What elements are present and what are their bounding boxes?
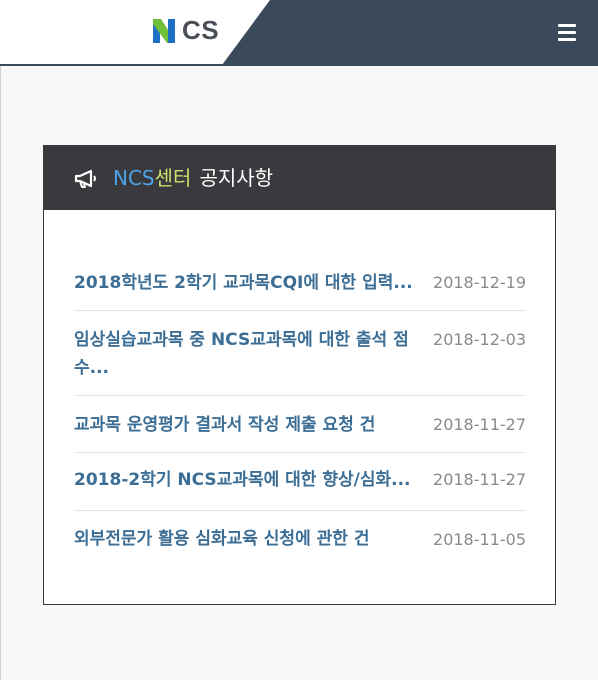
hamburger-icon-bar (558, 24, 576, 27)
title-ncs: NCS (113, 166, 155, 190)
notice-title-link[interactable]: 2018학년도 2학기 교과목CQI에 대한 입력... (74, 253, 434, 297)
notice-date: 2018-12-03 (433, 330, 526, 349)
hamburger-menu-button[interactable] (556, 22, 580, 44)
hamburger-icon-bar (558, 38, 576, 41)
notice-date: 2018-11-27 (433, 415, 526, 434)
notice-date: 2018-11-05 (433, 530, 526, 549)
list-item[interactable]: 2018-2학기 NCS교과목에 대한 향상/심화... 2018-11-27 (74, 453, 526, 511)
megaphone-icon (74, 169, 98, 189)
notice-title-link[interactable]: 2018-2학기 NCS교과목에 대한 향상/심화... (74, 453, 434, 494)
notice-panel-title: NCS센터 공지사항 (113, 165, 273, 191)
list-item[interactable]: 교과목 운영평가 결과서 작성 제출 요청 건 2018-11-27 (74, 396, 526, 453)
list-item[interactable]: 외부전문가 활용 심화교육 신청에 관한 건 2018-11-05 (74, 511, 526, 561)
topbar-divider (0, 64, 598, 66)
list-item[interactable]: 임상실습교과목 중 NCS교과목에 대한 출석 점수... 2018-12-03 (74, 311, 526, 396)
notice-title-link[interactable]: 임상실습교과목 중 NCS교과목에 대한 출석 점수... (74, 311, 434, 382)
top-navigation-bar: CS (0, 0, 598, 66)
notice-date: 2018-12-19 (433, 273, 526, 292)
notice-date: 2018-11-27 (433, 470, 526, 489)
title-center: 센터 (154, 166, 192, 190)
topbar-dark-panel (222, 0, 598, 65)
hamburger-icon-bar (558, 31, 576, 34)
notice-title-link[interactable]: 교과목 운영평가 결과서 작성 제출 요청 건 (74, 396, 434, 439)
ncs-logo[interactable]: CS (151, 13, 219, 47)
list-item[interactable]: 2018학년도 2학기 교과목CQI에 대한 입력... 2018-12-19 (74, 253, 526, 311)
notice-title-link[interactable]: 외부전문가 활용 심화교육 신청에 관한 건 (74, 511, 434, 553)
logo-text: CS (182, 14, 220, 45)
notice-panel: NCS센터 공지사항 2018학년도 2학기 교과목CQI에 대한 입력... 2… (43, 145, 556, 605)
notice-list: 2018학년도 2학기 교과목CQI에 대한 입력... 2018-12-19 … (74, 253, 526, 561)
left-border-line (0, 66, 1, 680)
title-notice: 공지사항 (199, 166, 274, 190)
logo-n-mark (151, 15, 181, 45)
notice-panel-header: NCS센터 공지사항 (44, 146, 555, 210)
